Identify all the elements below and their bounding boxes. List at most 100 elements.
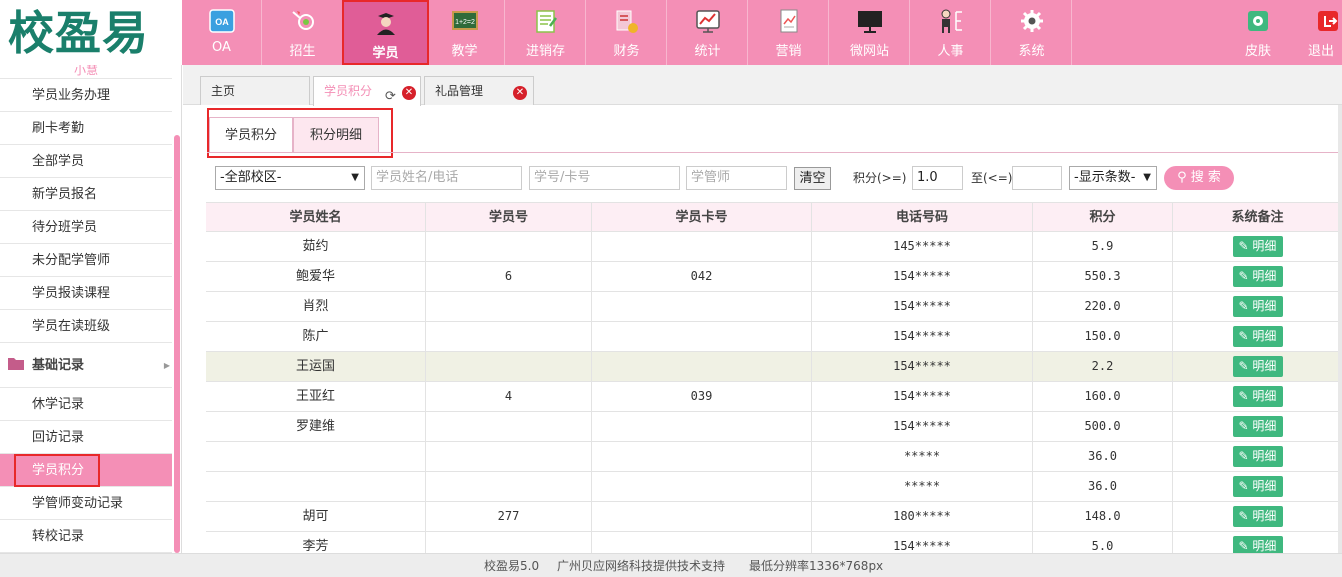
col-header-phone[interactable]: 电话号码 — [812, 203, 1033, 231]
detail-button[interactable]: ✎ 明细 — [1232, 476, 1283, 497]
tab-student-points[interactable]: 学员积分 ⟳ ✕ — [313, 76, 421, 106]
selection-highlight — [14, 454, 100, 487]
nav-staff[interactable]: 人事 — [911, 0, 991, 65]
subtab-divider — [207, 152, 1342, 153]
enroll-icon — [291, 11, 314, 30]
col-header-points[interactable]: 积分 — [1033, 203, 1173, 231]
close-icon[interactable]: ✕ — [513, 86, 527, 100]
sidebar: 小慧 学员业务办理 刷卡考勤 全部学员 新学员报名 待分班学员 未分配学管师 学… — [0, 65, 182, 553]
cell-id — [426, 322, 592, 351]
marketing-icon — [780, 9, 797, 33]
detail-button[interactable]: ✎ 明细 — [1232, 536, 1283, 553]
sidebar-item[interactable]: 学管师变动记录 — [0, 487, 172, 520]
cell-id: 277 — [426, 502, 592, 531]
sidebar-item[interactable]: 回访记录 — [0, 421, 172, 454]
detail-button[interactable]: ✎ 明细 — [1232, 416, 1283, 437]
search-button[interactable]: ⚲ 搜 索 — [1164, 166, 1234, 190]
detail-button[interactable]: ✎ 明细 — [1232, 266, 1283, 287]
table-row[interactable]: 茹约 145***** 5.9 ✎ 明细 — [206, 232, 1342, 262]
detail-label: 明细 — [1252, 299, 1277, 313]
table-row[interactable]: 罗建维 154***** 500.0 ✎ 明细 — [206, 412, 1342, 442]
detail-button[interactable]: ✎ 明细 — [1232, 356, 1283, 377]
cell-id: 4 — [426, 382, 592, 411]
sidebar-scrollbar[interactable] — [174, 135, 180, 553]
table-row[interactable]: 鲍爱华 6 042 154***** 550.3 ✎ 明细 — [206, 262, 1342, 292]
detail-button[interactable]: ✎ 明细 — [1232, 446, 1283, 467]
sidebar-item[interactable]: 新学员报名 — [0, 178, 172, 211]
tab-home[interactable]: 主页 — [200, 76, 310, 105]
nav-oa[interactable]: OA OA — [182, 0, 262, 65]
table-row[interactable]: 王亚红 4 039 154***** 160.0 ✎ 明细 — [206, 382, 1342, 412]
skin-icon — [1248, 11, 1268, 31]
table-row[interactable]: ***** 36.0 ✎ 明细 — [206, 442, 1342, 472]
cell-name: 陈广 — [206, 322, 426, 351]
sidebar-item[interactable]: 转校记录 — [0, 520, 172, 553]
col-header-remark[interactable]: 系统备注 — [1173, 203, 1342, 231]
sidebar-item[interactable]: 待分班学员 — [0, 211, 172, 244]
inventory-icon — [535, 10, 557, 33]
edit-icon: ✎ — [1238, 359, 1253, 373]
footer-resolution: 最低分辨率1336*768px — [749, 559, 884, 573]
filter-bar: -全部校区- ▼ 学员姓名/电话 学号/卡号 学管师 清空 积分(>=) 1.0… — [183, 163, 1342, 195]
detail-button[interactable]: ✎ 明细 — [1232, 296, 1283, 317]
nav-enroll[interactable]: 招生 — [263, 0, 343, 65]
nav-microsite[interactable]: 微网站 — [830, 0, 910, 65]
sidebar-group-basic-records[interactable]: 基础记录 ▶ — [0, 343, 172, 388]
name-phone-input[interactable]: 学员姓名/电话 — [371, 166, 522, 190]
subtab-detail[interactable]: 积分明细 — [293, 117, 379, 153]
tab-gifts[interactable]: 礼品管理 ✕ — [424, 76, 534, 105]
subtab-points[interactable]: 学员积分 — [209, 117, 293, 153]
sidebar-item-student-points[interactable]: 学员积分 — [0, 454, 172, 487]
detail-button[interactable]: ✎ 明细 — [1232, 506, 1283, 527]
sidebar-item[interactable]: 休学记录 — [0, 388, 172, 421]
edit-icon: ✎ — [1238, 479, 1253, 493]
sidebar-item[interactable]: 全部学员 — [0, 145, 172, 178]
logout-button[interactable]: 退出 — [1300, 0, 1342, 65]
folder-icon — [8, 358, 24, 370]
edit-icon: ✎ — [1238, 509, 1253, 523]
col-header-card[interactable]: 学员卡号 — [592, 203, 812, 231]
table-row[interactable]: ***** 36.0 ✎ 明细 — [206, 472, 1342, 502]
campus-select[interactable]: -全部校区- ▼ — [215, 166, 365, 190]
cell-phone: ***** — [812, 472, 1033, 501]
table-row[interactable]: 胡可 277 180***** 148.0 ✎ 明细 — [206, 502, 1342, 532]
close-icon[interactable]: ✕ — [402, 86, 416, 100]
col-header-id[interactable]: 学员号 — [426, 203, 592, 231]
main-panel: 主页 学员积分 ⟳ ✕ 礼品管理 ✕ 学员积分 积分明细 -全部校区- ▼ 学员… — [183, 65, 1342, 553]
detail-button[interactable]: ✎ 明细 — [1232, 386, 1283, 407]
sidebar-item[interactable]: 未分配学管师 — [0, 244, 172, 277]
refresh-icon[interactable]: ⟳ — [385, 83, 396, 111]
clear-button[interactable]: 清空 — [794, 167, 831, 190]
min-points-input[interactable]: 1.0 — [912, 166, 963, 190]
nav-system[interactable]: 系统 — [992, 0, 1072, 65]
table-row[interactable]: 王运国 154***** 2.2 ✎ 明细 — [206, 352, 1342, 382]
sidebar-item[interactable]: 学员业务办理 — [0, 79, 172, 112]
cell-phone: 154***** — [812, 262, 1033, 291]
nav-teaching[interactable]: 1+2=2 教学 — [425, 0, 505, 65]
nav-finance[interactable]: 财务 — [587, 0, 667, 65]
nav-statistics[interactable]: 统计 — [668, 0, 748, 65]
detail-button[interactable]: ✎ 明细 — [1232, 236, 1283, 257]
sidebar-item[interactable]: 学员在读班级 — [0, 310, 172, 343]
max-points-input[interactable] — [1012, 166, 1062, 190]
count-select[interactable]: -显示条数- ▼ — [1069, 166, 1157, 190]
manager-input[interactable]: 学管师 — [686, 166, 787, 190]
col-header-name[interactable]: 学员姓名 — [206, 203, 426, 231]
cell-id — [426, 442, 592, 471]
table-row[interactable]: 陈广 154***** 150.0 ✎ 明细 — [206, 322, 1342, 352]
nav-marketing[interactable]: 营销 — [749, 0, 829, 65]
sidebar-item[interactable]: 刷卡考勤 — [0, 112, 172, 145]
table-row[interactable]: 李芳 154***** 5.0 ✎ 明细 — [206, 532, 1342, 553]
card-number-input[interactable]: 学号/卡号 — [529, 166, 680, 190]
sidebar-item[interactable]: 学员报读课程 — [0, 277, 172, 310]
detail-button[interactable]: ✎ 明细 — [1232, 326, 1283, 347]
nav-inventory[interactable]: 进销存 — [506, 0, 586, 65]
skin-button[interactable]: 皮肤 — [1218, 0, 1298, 65]
cell-name: 李芳 — [206, 532, 426, 553]
nav-student[interactable]: 学员 — [342, 0, 429, 65]
edit-icon: ✎ — [1238, 299, 1253, 313]
sidebar-cut-item[interactable]: 小慧 — [0, 65, 172, 79]
main-scrollbar[interactable] — [1338, 105, 1342, 553]
table-row[interactable]: 肖烈 154***** 220.0 ✎ 明细 — [206, 292, 1342, 322]
footer-provider: 广州贝应网络科技提供技术支持 — [557, 559, 726, 573]
